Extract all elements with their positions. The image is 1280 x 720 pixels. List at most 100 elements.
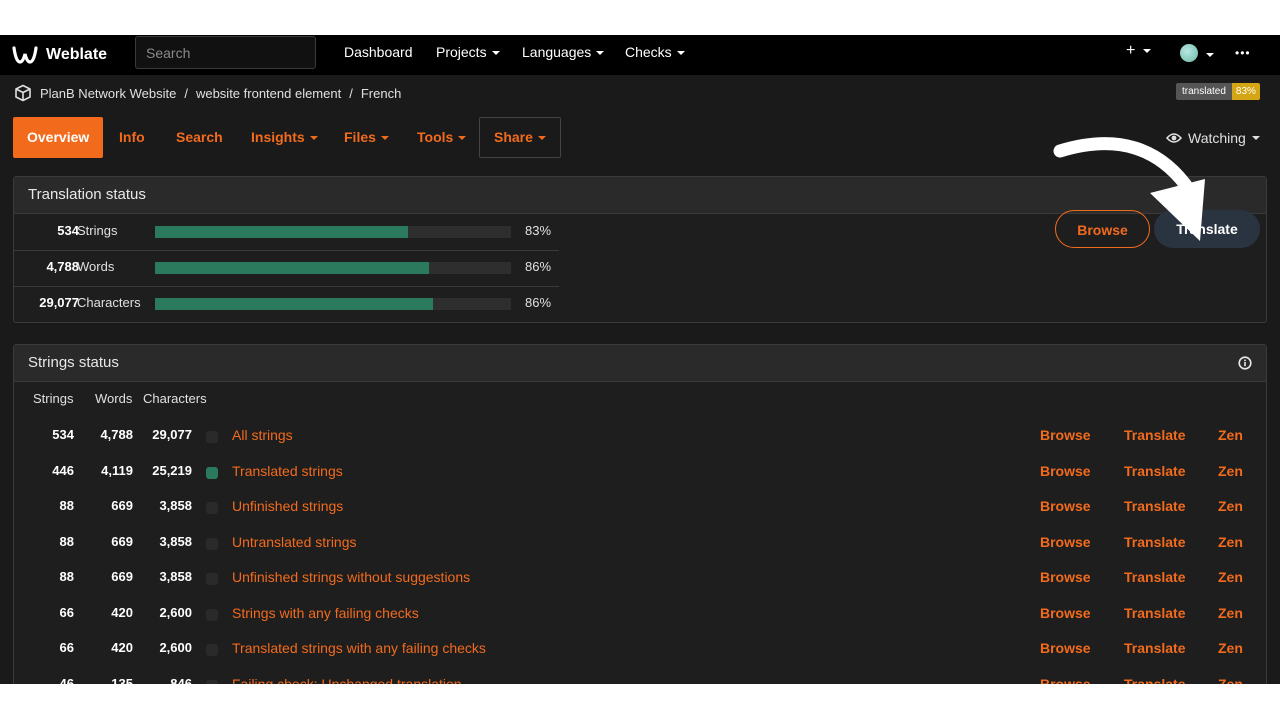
row-translate-link[interactable]: Translate bbox=[1124, 640, 1185, 656]
breadcrumb-separator: / bbox=[349, 85, 353, 101]
breadcrumb-separator: / bbox=[184, 85, 188, 101]
table-row: 88 669 3,858 Unfinished strings Browse Transl… bbox=[14, 488, 1266, 523]
nav-projects[interactable]: Projects bbox=[436, 44, 500, 60]
table-row: 88 669 3,858 Unfinished strings without sug… bbox=[14, 559, 1266, 594]
info-icon[interactable] bbox=[1238, 356, 1252, 370]
tab-files[interactable]: Files bbox=[344, 117, 389, 158]
string-filter-link[interactable]: Untranslated strings bbox=[232, 534, 357, 550]
tab-share[interactable]: Share bbox=[479, 117, 561, 158]
tab-overview[interactable]: Overview bbox=[13, 117, 104, 158]
more-icon[interactable]: ••• bbox=[1235, 46, 1251, 60]
tab-overview-label: Overview bbox=[27, 129, 90, 145]
words-count: 4,788 bbox=[100, 427, 133, 442]
progress-bar bbox=[155, 226, 511, 238]
badge-value: 83% bbox=[1231, 83, 1260, 100]
status-color-square bbox=[206, 644, 218, 656]
table-row: 88 669 3,858 Untranslated strings Browse Tran… bbox=[14, 524, 1266, 559]
table-row: 534 4,788 29,077 All strings Browse Translate… bbox=[14, 417, 1266, 452]
row-zen-link[interactable]: Zen bbox=[1218, 498, 1243, 514]
breadcrumb-language[interactable]: French bbox=[361, 86, 401, 101]
row-browse-link[interactable]: Browse bbox=[1040, 498, 1091, 514]
row-browse-link[interactable]: Browse bbox=[1040, 427, 1091, 443]
characters-count: 846 bbox=[170, 675, 192, 685]
add-menu[interactable]: + bbox=[1126, 42, 1152, 60]
breadcrumb: PlanB Network Website / website frontend… bbox=[14, 83, 401, 103]
words-count: 4,119 bbox=[101, 462, 133, 478]
nav-dashboard[interactable]: Dashboard bbox=[344, 44, 413, 60]
progress-bar-fill bbox=[155, 298, 433, 310]
strings-count: 88 bbox=[59, 533, 74, 549]
row-browse-link[interactable]: Browse bbox=[1040, 463, 1091, 479]
string-filter-link[interactable]: Failing check: Unchanged translation bbox=[232, 676, 462, 685]
chevron-down-icon[interactable] bbox=[1206, 53, 1214, 57]
row-browse-link[interactable]: Browse bbox=[1040, 605, 1091, 621]
status-color-square bbox=[206, 502, 218, 514]
row-browse-link[interactable]: Browse bbox=[1040, 640, 1091, 656]
row-translate-link[interactable]: Translate bbox=[1124, 427, 1185, 443]
nav-languages-label: Languages bbox=[522, 44, 592, 60]
strings-status-panel: Strings status Strings Words Characters … bbox=[13, 344, 1267, 684]
characters-count: 3,858 bbox=[159, 533, 192, 549]
column-header-strings[interactable]: Strings bbox=[33, 391, 73, 406]
table-row: 66 420 2,600 Translated strings with any fa… bbox=[14, 630, 1266, 665]
avatar[interactable] bbox=[1180, 44, 1198, 62]
brand[interactable]: Weblate bbox=[12, 43, 107, 67]
column-header-characters[interactable]: Characters bbox=[143, 391, 207, 406]
row-browse-link[interactable]: Browse bbox=[1040, 676, 1091, 685]
row-translate-link[interactable]: Translate bbox=[1124, 605, 1185, 621]
stat-percent: 86% bbox=[525, 295, 552, 310]
string-filter-link[interactable]: All strings bbox=[232, 427, 293, 443]
column-header-words[interactable]: Words bbox=[95, 391, 132, 406]
stat-percent: 86% bbox=[525, 259, 552, 274]
search-input[interactable] bbox=[135, 36, 316, 69]
string-filter-link[interactable]: Unfinished strings without suggestions bbox=[232, 569, 470, 585]
panel-title: Translation status bbox=[28, 186, 146, 203]
progress-bar bbox=[155, 262, 511, 274]
characters-count: 25,219 bbox=[152, 462, 192, 478]
row-zen-link[interactable]: Zen bbox=[1218, 463, 1243, 479]
chevron-down-icon bbox=[491, 51, 500, 56]
curved-arrow-icon bbox=[1053, 137, 1205, 241]
stat-label: Characters bbox=[77, 295, 141, 310]
strings-count: 66 bbox=[59, 604, 74, 620]
tab-search[interactable]: Search bbox=[176, 117, 223, 158]
stat-row-words[interactable]: 4,788 Words 86% bbox=[14, 250, 559, 287]
words-count: 669 bbox=[111, 569, 133, 584]
row-translate-link[interactable]: Translate bbox=[1124, 463, 1185, 479]
breadcrumb-project[interactable]: PlanB Network Website bbox=[40, 86, 176, 101]
row-zen-link[interactable]: Zen bbox=[1218, 534, 1243, 550]
row-zen-link[interactable]: Zen bbox=[1218, 640, 1243, 656]
nav-checks[interactable]: Checks bbox=[625, 44, 685, 60]
breadcrumb-component[interactable]: website frontend element bbox=[196, 86, 341, 101]
string-filter-link[interactable]: Translated strings bbox=[232, 463, 343, 479]
tab-tools[interactable]: Tools bbox=[417, 117, 467, 158]
row-browse-link[interactable]: Browse bbox=[1040, 569, 1091, 585]
row-translate-link[interactable]: Translate bbox=[1124, 534, 1185, 550]
row-browse-link[interactable]: Browse bbox=[1040, 534, 1091, 550]
row-zen-link[interactable]: Zen bbox=[1218, 605, 1243, 621]
panel-title: Strings status bbox=[28, 354, 119, 371]
tab-insights[interactable]: Insights bbox=[251, 117, 318, 158]
strings-count: 534 bbox=[52, 427, 74, 442]
stat-number: 4,788 bbox=[46, 259, 79, 274]
row-zen-link[interactable]: Zen bbox=[1218, 569, 1243, 585]
characters-count: 3,858 bbox=[159, 569, 192, 584]
string-filter-link[interactable]: Translated strings with any failing chec… bbox=[232, 640, 486, 656]
row-zen-link[interactable]: Zen bbox=[1218, 427, 1243, 443]
tab-search-label: Search bbox=[176, 129, 223, 145]
stat-label: Strings bbox=[77, 223, 118, 238]
stat-row-strings[interactable]: 534 Strings 83% bbox=[14, 214, 559, 251]
stat-row-characters[interactable]: 29,077 Characters 86% bbox=[14, 286, 559, 322]
tab-info[interactable]: Info bbox=[119, 117, 145, 158]
words-count: 420 bbox=[111, 640, 133, 655]
row-translate-link[interactable]: Translate bbox=[1124, 676, 1185, 685]
row-translate-link[interactable]: Translate bbox=[1124, 569, 1185, 585]
stat-number: 534 bbox=[57, 223, 79, 238]
row-zen-link[interactable]: Zen bbox=[1218, 676, 1243, 685]
stat-percent: 83% bbox=[525, 223, 552, 238]
panel-header: Strings status bbox=[14, 345, 1266, 382]
string-filter-link[interactable]: Strings with any failing checks bbox=[232, 605, 419, 621]
string-filter-link[interactable]: Unfinished strings bbox=[232, 498, 343, 514]
row-translate-link[interactable]: Translate bbox=[1124, 498, 1185, 514]
nav-languages[interactable]: Languages bbox=[522, 44, 605, 60]
